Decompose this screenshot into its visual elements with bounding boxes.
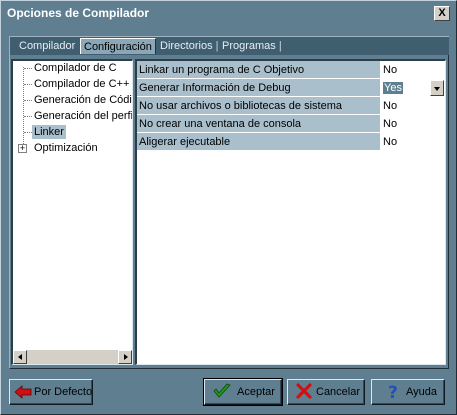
red-x-icon	[296, 383, 312, 408]
defaults-button[interactable]: Por Defecto	[9, 379, 93, 405]
tab-compilador[interactable]: Compilador	[16, 38, 78, 54]
tab-label: Configuración	[84, 41, 152, 53]
option-value[interactable]: No	[381, 97, 445, 115]
tree-item-optimizacion[interactable]: Optimización	[32, 141, 100, 155]
option-value[interactable]: No	[381, 133, 445, 151]
arrow-left-icon	[18, 354, 22, 360]
tab-strip: Compilador Configuración Directorios | P…	[9, 36, 449, 55]
option-value[interactable]: No	[381, 61, 445, 79]
option-label[interactable]: No usar archivos o bibliotecas de sistem…	[137, 97, 380, 115]
option-label[interactable]: Aligerar ejecutable	[137, 133, 380, 151]
tree-connector	[24, 68, 32, 69]
tab-programas[interactable]: Programas |	[219, 38, 285, 54]
option-row: No crear una ventana de consola No	[137, 115, 445, 133]
tree-item-compilador-cpp[interactable]: Compilador de C++	[32, 77, 131, 91]
tree-item-linker[interactable]: Linker	[32, 125, 66, 139]
defaults-label: Por Defecto	[34, 386, 93, 398]
close-button[interactable]: X	[434, 6, 450, 21]
tab-directorios[interactable]: Directorios |	[157, 38, 222, 54]
question-mark-icon: ?	[386, 382, 402, 409]
help-button[interactable]: ? Ayuda	[371, 379, 445, 405]
option-label[interactable]: Linkar un programa de C Objetivo	[137, 61, 380, 79]
tab-label: Programas	[222, 40, 276, 52]
tree-item-generacion-codigo[interactable]: Generación de Códi	[32, 93, 132, 107]
dropdown-selected-value: Yes	[383, 82, 403, 94]
option-value-dropdown[interactable]: Yes	[381, 79, 445, 97]
option-row: Aligerar ejecutable No	[137, 133, 445, 151]
scroll-left-button[interactable]	[13, 350, 27, 364]
accept-button[interactable]: Aceptar	[203, 378, 283, 408]
svg-text:?: ?	[388, 383, 398, 400]
title-bar: Opciones de Compilador X	[3, 3, 454, 24]
tree-item-compilador-c[interactable]: Compilador de C	[32, 61, 119, 75]
tab-separator: |	[278, 40, 282, 52]
chevron-down-icon	[434, 87, 440, 91]
tab-configuracion[interactable]: Configuración	[80, 38, 156, 54]
cancel-button[interactable]: Cancelar	[287, 379, 365, 405]
tab-label: Directorios	[160, 40, 213, 52]
compiler-options-dialog: Opciones de Compilador X Compilador Conf…	[0, 0, 457, 415]
category-tree: Compilador de C Compilador de C++ Genera…	[11, 59, 133, 365]
cancel-label: Cancelar	[316, 386, 361, 398]
option-label[interactable]: Generar Información de Debug	[137, 79, 380, 97]
arrow-right-icon	[124, 354, 128, 360]
green-check-icon	[213, 383, 231, 408]
option-row: Linkar un programa de C Objetivo No	[137, 61, 445, 79]
tab-label: Compilador	[19, 40, 76, 52]
option-value[interactable]: No	[381, 115, 445, 133]
tree-connector	[23, 67, 24, 148]
tree-horizontal-scrollbar[interactable]	[13, 350, 132, 364]
options-grid: Linkar un programa de C Objetivo No Gene…	[135, 59, 446, 365]
tree-connector	[24, 100, 32, 101]
tree-item-generacion-perfil[interactable]: Generación del perfi	[32, 109, 132, 123]
scroll-right-button[interactable]	[118, 350, 132, 364]
option-row: No usar archivos o bibliotecas de sistem…	[137, 97, 445, 115]
help-label: Ayuda	[406, 386, 437, 398]
option-label[interactable]: No crear una ventana de consola	[137, 115, 380, 133]
red-left-arrow-icon	[14, 384, 32, 408]
tree-connector	[24, 84, 32, 85]
dropdown-button[interactable]	[430, 80, 444, 96]
option-row: Generar Información de Debug Yes	[137, 79, 445, 97]
tree-connector	[24, 116, 32, 117]
expand-plus-icon[interactable]: +	[18, 144, 27, 153]
window-title: Opciones de Compilador	[7, 6, 150, 20]
tree-connector	[24, 132, 32, 133]
accept-label: Aceptar	[237, 386, 275, 398]
